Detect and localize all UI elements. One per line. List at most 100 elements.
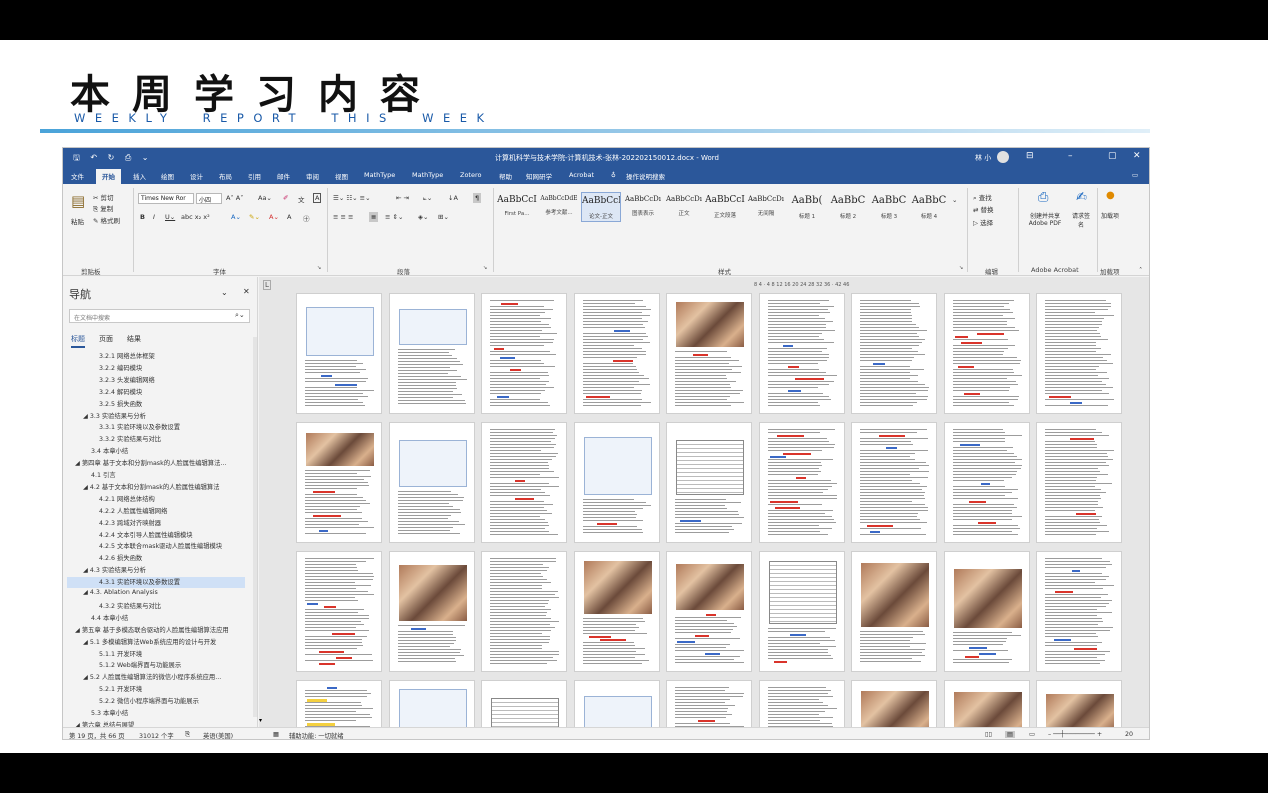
page-thumbnail[interactable] bbox=[481, 422, 567, 543]
tab-zotero[interactable]: Zotero bbox=[460, 171, 481, 179]
font-color-icon[interactable]: A⌄ bbox=[269, 213, 279, 221]
nav-heading-item[interactable]: 4.2.5 文本联合mask驱动人脸属性编辑模块 bbox=[99, 541, 251, 552]
page-thumbnail[interactable] bbox=[851, 551, 937, 672]
nav-heading-item[interactable]: ◢ 第五章 基于多模态联合驱动的人脸属性编辑算法应用 bbox=[75, 625, 251, 636]
page-thumbnail[interactable] bbox=[851, 422, 937, 543]
cut-button[interactable]: ✂ 剪切 bbox=[93, 192, 114, 202]
nav-heading-item[interactable]: 3.2.1 网络总体框架 bbox=[99, 351, 251, 362]
nav-tab-results[interactable]: 结果 bbox=[127, 334, 141, 344]
nav-heading-item[interactable]: ◢ 5.1 多模编辑算法Web系统应用的设计与开发 bbox=[83, 637, 251, 648]
page-thumbnail[interactable] bbox=[666, 422, 752, 543]
tab-home[interactable]: 开始 bbox=[96, 169, 121, 184]
enclose-char-icon[interactable]: ㊉ bbox=[303, 213, 310, 223]
proofing-icon[interactable]: ⎘ bbox=[185, 731, 190, 739]
page-thumbnail[interactable] bbox=[666, 551, 752, 672]
nav-tab-headings[interactable]: 标题 bbox=[71, 334, 85, 348]
page-thumbnail[interactable] bbox=[481, 680, 567, 727]
page-thumbnail[interactable] bbox=[1036, 680, 1122, 727]
char-shading-icon[interactable]: A bbox=[287, 213, 291, 221]
text-effects-icon[interactable]: A⌄ bbox=[231, 213, 241, 221]
shading-icon[interactable]: ◈⌄ bbox=[418, 213, 428, 221]
nav-heading-item[interactable]: 5.1.2 Web端界面与功能展示 bbox=[99, 660, 251, 671]
italic-button[interactable]: I bbox=[153, 213, 155, 221]
document-pages-view[interactable]: L 8 4 · 4 8 12 16 20 24 28 32 36 · 42 46… bbox=[259, 277, 1149, 727]
chevron-down-icon[interactable]: ⌄ bbox=[221, 288, 228, 297]
tab-references[interactable]: 引用 bbox=[248, 171, 261, 181]
page-thumbnail[interactable] bbox=[943, 293, 1030, 414]
nav-heading-item[interactable]: ◢ 5.2 人脸属性编辑算法的微信小程序系统应用... bbox=[83, 672, 251, 683]
page-thumbnail[interactable] bbox=[851, 293, 937, 414]
page-thumbnail[interactable] bbox=[388, 680, 475, 727]
print-layout-icon[interactable]: ▤ bbox=[1005, 731, 1015, 738]
page-thumbnail[interactable] bbox=[943, 422, 1030, 543]
bold-button[interactable]: B bbox=[140, 213, 145, 221]
style-heading-2[interactable]: AaBbC 标题 2 bbox=[828, 192, 868, 222]
format-painter-button[interactable]: ✎ 格式刷 bbox=[93, 215, 120, 225]
nav-tab-pages[interactable]: 页面 bbox=[99, 334, 113, 344]
nav-heading-item[interactable]: 3.2.3 头发编辑网络 bbox=[99, 375, 251, 386]
copy-button[interactable]: ⎘ 复制 bbox=[93, 203, 113, 214]
page-thumbnail[interactable] bbox=[1036, 422, 1122, 543]
page-thumbnail[interactable] bbox=[388, 293, 475, 414]
page-thumbnail[interactable] bbox=[573, 422, 660, 543]
find-button[interactable]: ⌕ 查找 bbox=[973, 192, 992, 203]
tab-help[interactable]: 帮助 bbox=[499, 171, 512, 181]
nav-heading-item[interactable]: 4.2.1 网络总体结构 bbox=[99, 494, 251, 505]
show-marks-icon[interactable]: ¶ bbox=[473, 193, 482, 203]
clear-format-icon[interactable]: ✐ bbox=[283, 194, 288, 202]
quick-access-toolbar[interactable]: 🖫 ↶ ↻ ⎙ ⌄ bbox=[73, 152, 153, 166]
collapse-ribbon-icon[interactable]: ˄ bbox=[1139, 266, 1142, 274]
page-thumbnail[interactable] bbox=[296, 551, 382, 672]
restore-icon[interactable]: ▢ bbox=[1108, 151, 1117, 161]
asian-layout-icon[interactable]: ⟀⌄ bbox=[423, 194, 432, 203]
font-dialog-icon[interactable]: ↘ bbox=[317, 265, 321, 271]
minimize-icon[interactable]: – bbox=[1068, 151, 1073, 161]
justify-icon[interactable]: ≣ bbox=[369, 212, 379, 222]
indent-icon[interactable]: ⇤ ⇥ bbox=[396, 194, 409, 202]
sort-icon[interactable]: ↓A bbox=[448, 194, 458, 202]
page-thumbnail[interactable] bbox=[573, 680, 660, 727]
tab-view[interactable]: 视图 bbox=[335, 171, 348, 181]
style-thesis-body[interactable]: AaBbCcI 论文-正文 bbox=[581, 192, 621, 222]
zoom-slider[interactable]: – ──┼──────── + bbox=[1048, 731, 1102, 738]
nav-heading-item[interactable]: 4.2.6 损失函数 bbox=[99, 553, 251, 564]
nav-heading-item[interactable]: ◢ 4.3 实验结果与分析 bbox=[83, 565, 251, 576]
nav-heading-item[interactable]: 3.3.1 实验环境以及参数设置 bbox=[99, 422, 251, 433]
web-layout-icon[interactable]: ▭ bbox=[1029, 731, 1035, 738]
nav-heading-item[interactable]: 4.2.4 文本引导人脸属性编辑模块 bbox=[99, 530, 251, 541]
page-thumbnail[interactable] bbox=[481, 293, 567, 414]
strikethrough-button[interactable]: abc x₂ x² bbox=[181, 213, 210, 221]
tell-me-search[interactable]: 操作说明搜索 bbox=[626, 171, 665, 181]
tab-mathtype-1[interactable]: MathType bbox=[364, 171, 395, 179]
page-thumbnail[interactable] bbox=[573, 293, 660, 414]
align-left-icon[interactable]: ≡ ≡ ≡ bbox=[333, 213, 353, 221]
distribute-icon[interactable]: ≡ ⇕⌄ bbox=[385, 213, 403, 221]
nav-heading-item[interactable]: 4.2.3 跨域対齐映射器 bbox=[99, 518, 251, 529]
highlight-icon[interactable]: ✎⌄ bbox=[249, 213, 260, 221]
page-thumbnail[interactable] bbox=[296, 293, 382, 414]
macro-icon[interactable]: ▦ bbox=[273, 731, 279, 738]
close-icon[interactable]: ✕ bbox=[243, 287, 250, 296]
tab-mathtype-2[interactable]: MathType bbox=[412, 171, 443, 179]
addins-button[interactable]: 加载项 bbox=[1101, 211, 1119, 220]
underline-button[interactable]: U⌄ bbox=[165, 213, 175, 221]
nav-heading-item[interactable]: 3.4 本章小结 bbox=[91, 446, 251, 457]
select-button[interactable]: ▷ 选择 bbox=[973, 217, 993, 227]
page-thumbnail[interactable] bbox=[388, 551, 475, 672]
nav-heading-item[interactable]: 5.3 本章小结 bbox=[91, 708, 251, 719]
nav-heading-item[interactable]: 3.2.4 解码模块 bbox=[99, 387, 251, 398]
language-indicator[interactable]: 英语(美国) bbox=[203, 731, 233, 739]
nav-scrollbar[interactable] bbox=[253, 337, 257, 717]
page-counter[interactable]: 第 19 页，共 66 页 bbox=[69, 731, 125, 739]
page-thumbnail[interactable] bbox=[758, 293, 845, 414]
nav-heading-item[interactable]: ◢ 第四章 基于文本和分割mask的人脸属性编辑算法... bbox=[75, 458, 251, 469]
nav-heading-item[interactable]: 3.2.5 损失函数 bbox=[99, 399, 251, 410]
nav-heading-item[interactable]: 4.2.2 人脸属性编辑网络 bbox=[99, 506, 251, 517]
style-references[interactable]: AaBbCcDdE 参考文献... bbox=[539, 192, 579, 222]
style-first-paragraph[interactable]: AaBbCcI First Pa... bbox=[497, 192, 537, 222]
nav-heading-item[interactable]: 3.2.2 编码模块 bbox=[99, 363, 251, 374]
change-case-button[interactable]: Aa⌄ bbox=[258, 194, 272, 202]
font-size-box[interactable]: 小四 bbox=[196, 193, 222, 204]
style-heading-3[interactable]: AaBbC 标题 3 bbox=[869, 192, 909, 222]
paste-icon[interactable]: ▤ bbox=[71, 192, 85, 210]
